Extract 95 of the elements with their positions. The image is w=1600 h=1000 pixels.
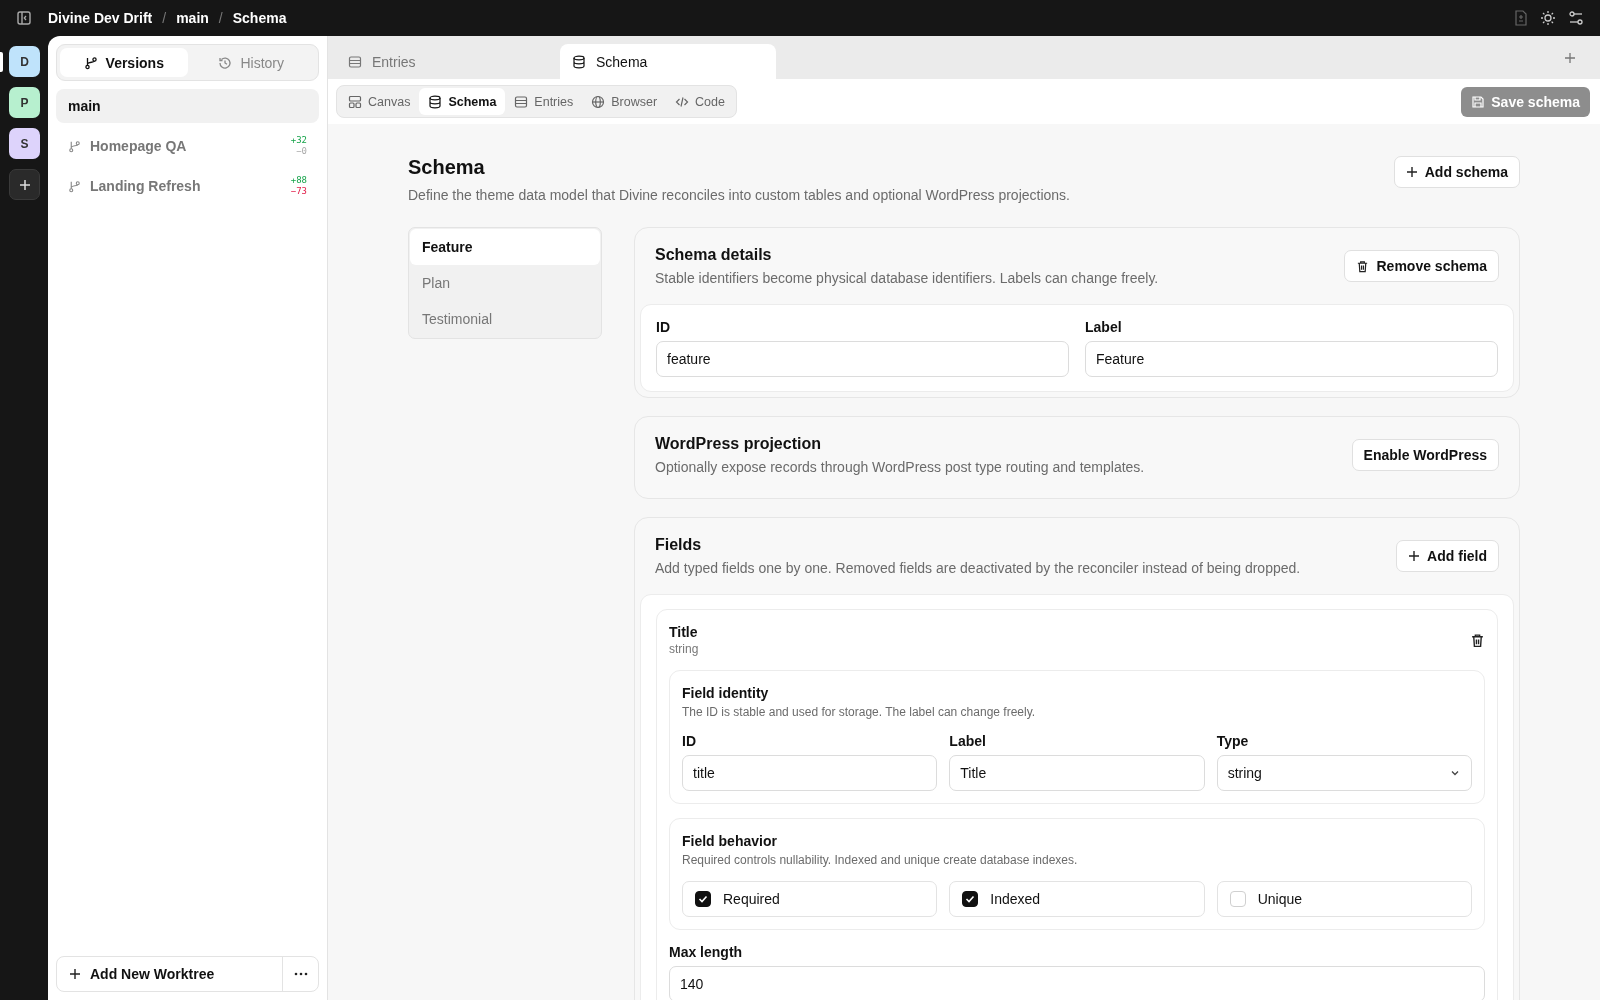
document-tab[interactable]: Entries xyxy=(336,44,552,79)
database-icon xyxy=(572,54,586,69)
branch-item[interactable]: Landing Refresh +88 −73 xyxy=(56,169,319,203)
text-input[interactable]: feature xyxy=(656,341,1069,377)
schema-item[interactable]: Plan xyxy=(410,265,600,301)
panel-description: Required controls nullability. Indexed and unique create database indexes. xyxy=(682,853,1079,867)
breadcrumb-item[interactable]: main xyxy=(176,10,209,26)
plus-icon xyxy=(69,968,81,980)
history-icon xyxy=(218,55,233,70)
view-tab[interactable]: Code xyxy=(666,88,734,115)
field-label: ID xyxy=(656,319,671,335)
view-tab[interactable]: Entries xyxy=(505,88,583,115)
checkbox-label: Indexed xyxy=(990,891,1041,907)
section-title: Fields xyxy=(655,536,703,554)
layout-icon xyxy=(348,94,362,109)
field-type: string xyxy=(669,642,699,656)
field-label: Type xyxy=(1216,733,1250,749)
field-label: ID xyxy=(682,733,697,749)
view-tab[interactable]: Schema xyxy=(419,88,506,115)
added-lines-count: +32 xyxy=(290,135,307,146)
schema-item[interactable]: Testimonial xyxy=(410,301,600,337)
add-schema-button[interactable]: Add schema xyxy=(1393,156,1520,188)
section-title: Schema details xyxy=(655,246,773,264)
workspace-avatar[interactable]: S xyxy=(9,128,40,159)
page-description: Define the theme data model that Divine reconciles into custom tables and optional WordPress projections. xyxy=(408,187,1070,203)
add-workspace-button[interactable] xyxy=(9,169,40,200)
branch-item[interactable]: Homepage QA +32 −0 xyxy=(56,129,319,163)
globe-icon xyxy=(591,94,606,109)
database-icon xyxy=(428,94,443,109)
delete-icon[interactable] xyxy=(1470,632,1485,648)
more-icon xyxy=(293,972,308,976)
code-icon xyxy=(675,94,690,109)
check-icon xyxy=(697,893,709,905)
panel-description: The ID is stable and used for storage. The label can change freely. xyxy=(682,705,1037,719)
branch-name: Landing Refresh xyxy=(90,178,201,194)
panel-title: Field behavior xyxy=(682,833,778,849)
removed-lines-count: −73 xyxy=(290,186,307,197)
save-icon xyxy=(1471,94,1486,109)
branch-item[interactable]: main xyxy=(56,89,319,123)
section-title: WordPress projection xyxy=(655,435,822,453)
view-tab[interactable]: Browser xyxy=(582,88,667,115)
text-input[interactable]: Title xyxy=(949,755,1205,791)
branch-icon xyxy=(83,55,98,70)
field-label: Label xyxy=(949,733,987,749)
document-tab[interactable]: Schema xyxy=(560,44,776,79)
checkbox[interactable] xyxy=(962,891,979,907)
breadcrumb-separator: / xyxy=(162,10,167,26)
field-label: Max length xyxy=(669,944,744,960)
remove-schema-button[interactable]: Remove schema xyxy=(1344,250,1499,282)
plus-icon xyxy=(1408,550,1421,562)
workspace-avatar[interactable]: P xyxy=(9,87,40,118)
breadcrumb-item[interactable]: Divine Dev Drift xyxy=(48,10,153,26)
table-icon xyxy=(514,94,529,109)
plus-icon xyxy=(1405,166,1418,178)
table-icon xyxy=(348,54,362,69)
check-icon xyxy=(964,893,977,905)
panel-title: Field identity xyxy=(682,685,770,701)
sidebar-toggle-icon[interactable] xyxy=(16,10,32,26)
file-diff-icon[interactable] xyxy=(1514,10,1528,26)
schema-item[interactable]: Feature xyxy=(410,229,600,265)
type-select[interactable]: string xyxy=(1216,755,1472,791)
checkbox[interactable] xyxy=(695,891,711,907)
field-label: Label xyxy=(1085,319,1123,335)
branch-icon xyxy=(68,179,81,193)
branch-name: Homepage QA xyxy=(90,138,187,154)
view-tab[interactable]: Canvas xyxy=(339,88,420,115)
plus-icon xyxy=(18,178,31,191)
checkbox-option[interactable]: Indexed xyxy=(949,881,1205,917)
trash-icon xyxy=(1356,259,1370,273)
settings-sliders-icon[interactable] xyxy=(1568,10,1584,26)
added-lines-count: +88 xyxy=(290,175,307,186)
new-tab-icon[interactable] xyxy=(1564,51,1576,64)
branch-name: main xyxy=(68,98,101,114)
add-field-button[interactable]: Add field xyxy=(1396,540,1499,572)
page-title: Schema xyxy=(408,156,486,179)
breadcrumb-item[interactable]: Schema xyxy=(232,10,287,26)
checkbox-label: Unique xyxy=(1257,891,1303,907)
enable-wordpress-button[interactable]: Enable WordPress xyxy=(1351,439,1499,471)
checkbox-option[interactable]: Required xyxy=(682,881,938,917)
section-description: Add typed fields one by one. Removed fields are deactivated by the reconciler instead of being dropped. xyxy=(655,560,1301,576)
section-description: Stable identifiers become physical database identifiers. Labels can change freely. xyxy=(655,270,1159,286)
section-description: Optionally expose records through WordPress post type routing and templates. xyxy=(655,459,1145,475)
breadcrumb-separator: / xyxy=(218,10,223,26)
sun-icon[interactable] xyxy=(1540,10,1556,26)
checkbox-label: Required xyxy=(723,891,780,907)
text-input[interactable]: title xyxy=(682,755,938,791)
max-length-input[interactable]: 140 xyxy=(669,966,1485,1000)
checkbox-option[interactable]: Unique xyxy=(1216,881,1472,917)
field-name: Title xyxy=(669,624,699,640)
sidebar-tab[interactable]: Versions xyxy=(60,48,188,77)
branch-icon xyxy=(68,139,81,153)
workspace-avatar[interactable]: D xyxy=(9,46,40,77)
add-worktree-button[interactable]: Add New Worktree xyxy=(57,957,282,991)
removed-lines-count: −0 xyxy=(296,146,307,157)
text-input[interactable]: Feature xyxy=(1085,341,1498,377)
